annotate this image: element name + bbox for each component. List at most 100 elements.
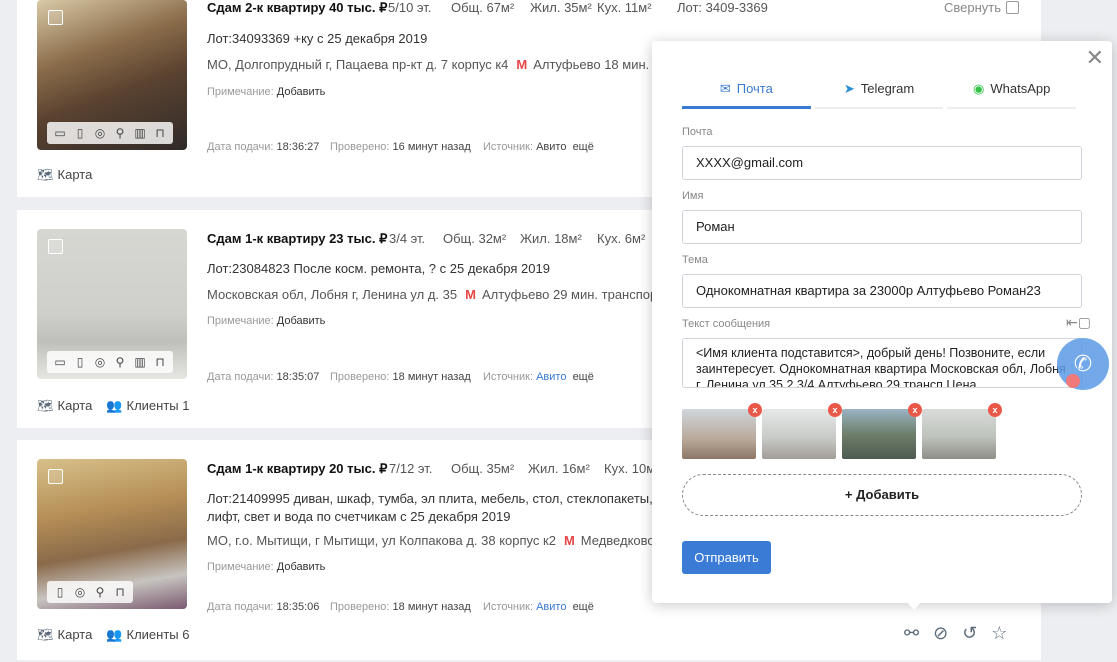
shower-icon: ⚲ — [115, 126, 125, 140]
select-checkbox[interactable] — [48, 10, 63, 25]
checked-label: Проверено: — [330, 141, 390, 153]
clients-label: Клиенты 6 — [126, 627, 190, 642]
email-field[interactable]: XXXX@gmail.com — [682, 146, 1082, 180]
remove-photo-icon[interactable]: x — [908, 403, 922, 417]
attached-photo[interactable]: x — [922, 403, 1002, 459]
add-note-link[interactable]: Добавить — [277, 86, 326, 98]
clients-link[interactable]: 👥 Клиенты 6 — [106, 627, 189, 643]
map-link[interactable]: 🗺 Карта — [37, 398, 92, 414]
clients-label: Клиенты 1 — [126, 398, 190, 413]
metro-icon: М — [465, 287, 476, 302]
telegram-icon: ➤ — [843, 81, 855, 96]
source-link[interactable]: Авито — [536, 601, 566, 613]
share-icon[interactable]: ⚯ — [904, 623, 919, 644]
collapse-label: Свернуть — [944, 0, 1002, 15]
map-icon: 🗺 — [37, 167, 54, 182]
insert-template-icon[interactable]: ⇤▢ — [1066, 314, 1091, 331]
note-row: Примечание: Добавить — [207, 315, 325, 327]
checked-row: Проверено: 16 минут назад — [330, 141, 471, 153]
source-value: Авито — [536, 141, 567, 153]
washer-icon: ◎ — [94, 126, 106, 140]
floor: 5/10 эт. — [388, 0, 432, 15]
history-icon[interactable]: ↺ — [962, 623, 977, 644]
source-label: Источник: — [483, 141, 534, 153]
listing-description: Лот:34093369 +ку с 25 декабря 2019 — [207, 31, 428, 46]
clients-link[interactable]: 👥 Клиенты 1 — [106, 398, 189, 414]
checked-value: 18 минут назад — [392, 371, 471, 383]
metro-icon: М — [516, 57, 528, 72]
more-link[interactable]: ещё — [573, 601, 594, 613]
description-line-2: лифт, свет и вода по счетчикам с 25 дека… — [207, 509, 511, 524]
remove-photo-icon[interactable]: x — [988, 403, 1002, 417]
address-text: МО, г.о. Мытищи, г Мытищи, ул Колпакова … — [207, 533, 556, 548]
listing-address: МО, Долгопрудный г, Пацаева пр-кт д. 7 к… — [207, 57, 666, 72]
source-row: Источник: Авито ещё — [483, 601, 594, 613]
checked-label: Проверено: — [330, 371, 390, 383]
attached-photo[interactable]: x — [762, 403, 842, 459]
name-field[interactable]: Роман — [682, 210, 1082, 244]
date-label: Дата подачи: — [207, 601, 274, 613]
sofa-icon: ⊓ — [155, 126, 165, 140]
tab-whatsapp[interactable]: ◉ WhatsApp — [947, 79, 1077, 109]
map-link[interactable]: 🗺 Карта — [37, 167, 92, 183]
add-note-link[interactable]: Добавить — [277, 315, 326, 327]
listing-title[interactable]: Сдам 1-к квартиру 23 тыс. ₽ — [207, 231, 387, 247]
phone-call-button[interactable]: ✆ — [1057, 338, 1109, 390]
description-line-1: Лот:21409995 диван, шкаф, тумба, эл плит… — [207, 491, 679, 506]
listing-title[interactable]: Сдам 1-к квартиру 20 тыс. ₽ — [207, 461, 387, 477]
listing-photo[interactable]: ▯ ◎ ⚲ ⊓ — [37, 459, 187, 609]
washer-icon: ◎ — [94, 355, 106, 369]
date-label: Дата подачи: — [207, 141, 274, 153]
note-label: Примечание: — [207, 561, 274, 573]
map-link[interactable]: 🗺 Карта — [37, 627, 92, 643]
message-field[interactable]: <Имя клиента подставится>, добрый день! … — [682, 338, 1082, 388]
tab-telegram[interactable]: ➤ Telegram — [814, 79, 944, 109]
collapse-icon — [1006, 1, 1020, 14]
select-checkbox[interactable] — [48, 239, 63, 254]
tab-telegram-label: Telegram — [860, 81, 915, 96]
fridge-icon: ▯ — [76, 355, 84, 369]
source-label: Источник: — [483, 601, 534, 613]
amenities-bar: ▭ ▯ ◎ ⚲ ▥ ⊓ — [47, 122, 173, 144]
add-note-link[interactable]: Добавить — [277, 561, 326, 573]
kitchen-area: Кух. 11м² — [597, 0, 652, 15]
map-label: Карта — [57, 398, 93, 413]
kitchen-area: Кух. 10м — [604, 461, 656, 476]
tab-mail[interactable]: ✉ Почта — [682, 79, 811, 109]
add-photo-button[interactable]: + Добавить — [682, 474, 1082, 516]
amenities-bar: ▭ ▯ ◎ ⚲ ▥ ⊓ — [47, 351, 173, 373]
listing-photo[interactable]: ▭ ▯ ◎ ⚲ ▥ ⊓ — [37, 0, 187, 150]
subject-field[interactable]: Однокомнатная квартира за 23000р Алтуфье… — [682, 274, 1082, 308]
map-icon: 🗺 — [37, 627, 54, 642]
notification-dot — [1066, 374, 1080, 388]
collapse-button[interactable]: Свернуть — [944, 0, 1020, 15]
select-checkbox[interactable] — [48, 469, 63, 484]
tab-whatsapp-label: WhatsApp — [990, 81, 1051, 96]
source-link[interactable]: Авито — [536, 371, 566, 383]
floor: 7/12 эт. — [389, 461, 433, 476]
tv-icon: ▭ — [54, 126, 66, 140]
more-link[interactable]: ещё — [573, 371, 594, 383]
listing-title[interactable]: Сдам 2-к квартиру 40 тыс. ₽ — [207, 0, 387, 16]
remove-photo-icon[interactable]: x — [748, 403, 762, 417]
remove-photo-icon[interactable]: x — [828, 403, 842, 417]
attached-photo[interactable]: x — [682, 403, 762, 459]
total-area: Общ. 35м² — [451, 461, 515, 476]
metro-text: Медведково — [580, 533, 655, 548]
date-row: Дата подачи: 18:36:27 — [207, 141, 319, 153]
send-button[interactable]: Отправить — [682, 541, 771, 574]
star-icon[interactable]: ☆ — [991, 623, 1007, 644]
date-value: 18:35:07 — [276, 371, 320, 383]
attached-photo[interactable]: x — [842, 403, 922, 459]
radiator-icon: ▥ — [134, 126, 146, 140]
more-link[interactable]: ещё — [573, 141, 594, 153]
metro-text: Алтуфьево 18 мин. тр — [533, 57, 667, 72]
checked-value: 18 минут назад — [392, 601, 471, 613]
fridge-icon: ▯ — [56, 585, 64, 599]
listing-links: 🗺 Карта 👥 Клиенты 1 — [37, 398, 189, 414]
amenities-bar: ▯ ◎ ⚲ ⊓ — [47, 581, 133, 603]
name-label: Имя — [682, 190, 704, 202]
hide-icon[interactable]: ⊘ — [933, 623, 948, 644]
listing-photo[interactable]: ▭ ▯ ◎ ⚲ ▥ ⊓ — [37, 229, 187, 379]
close-icon[interactable]: ✕ — [1086, 47, 1104, 69]
